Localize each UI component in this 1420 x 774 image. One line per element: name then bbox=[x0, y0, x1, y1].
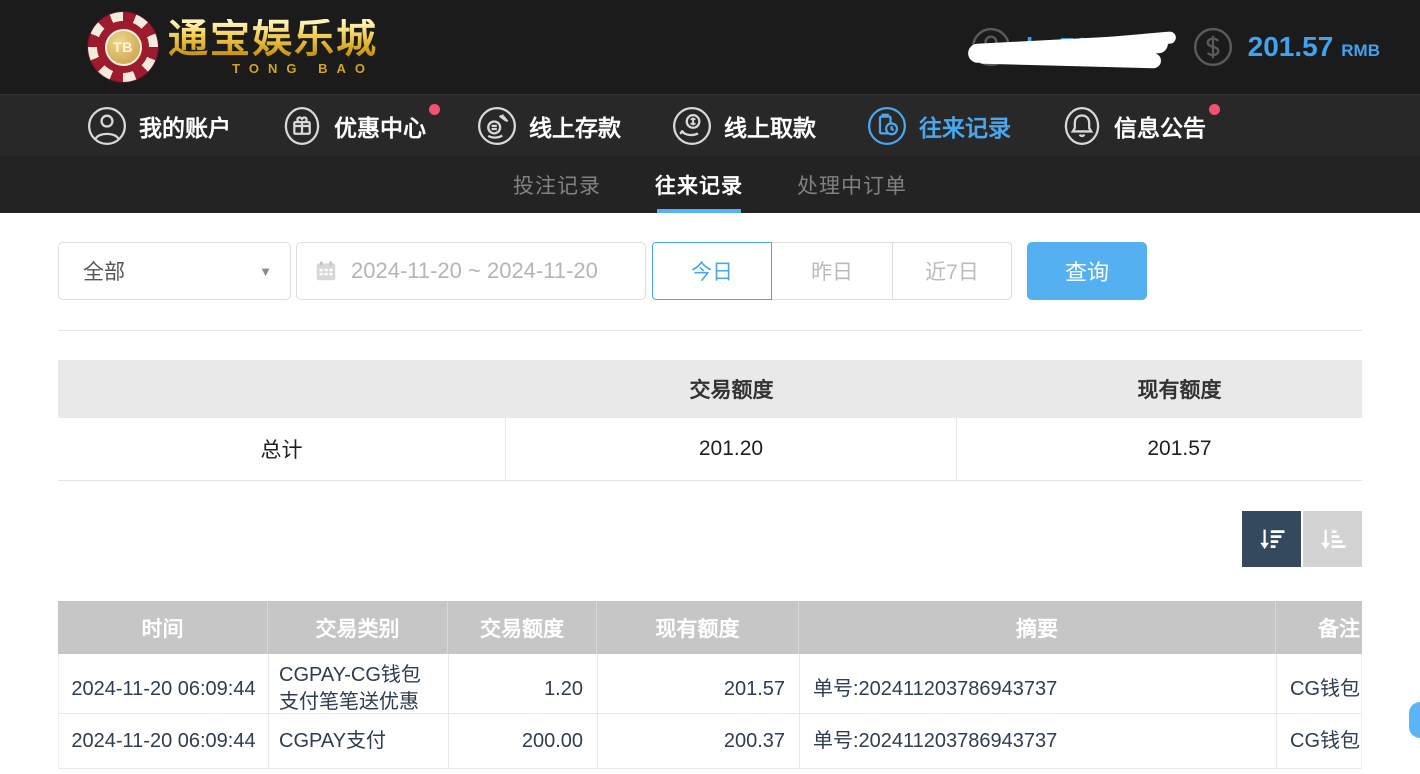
col-header-note: 备注 bbox=[1318, 617, 1360, 641]
records-table: 时间 交易类别 交易额度 现有额度 摘要 备注 2024-11-20 06:09… bbox=[58, 601, 1362, 769]
brand-logo[interactable]: TB 通宝娱乐城 TONG BAO bbox=[88, 12, 378, 82]
cell-amount: 200.00 bbox=[449, 714, 598, 768]
calendar-icon bbox=[316, 261, 336, 281]
chip-badge: TB bbox=[104, 28, 142, 66]
sort-descending-button[interactable] bbox=[1242, 511, 1301, 567]
quick-range-yesterday[interactable]: 昨日 bbox=[772, 242, 892, 300]
cell-note: CG钱包 bbox=[1290, 729, 1360, 752]
col-header-type: 交易类别 bbox=[268, 601, 448, 654]
user-icon bbox=[88, 106, 126, 145]
brand-text: 通宝娱乐城 TONG BAO bbox=[168, 14, 378, 76]
sort-ascending-button[interactable] bbox=[1303, 511, 1362, 567]
col-header-balance: 现有额度 bbox=[597, 601, 799, 654]
quick-range-group: 今日 昨日 近7日 bbox=[652, 242, 1012, 300]
filter-row: 全部 ▼ 2024-11-20 ~ 2024-11-20 今日 昨日 近7日 查… bbox=[58, 242, 1362, 300]
date-range-input[interactable]: 2024-11-20 ~ 2024-11-20 bbox=[296, 242, 646, 300]
content-area: 全部 ▼ 2024-11-20 ~ 2024-11-20 今日 昨日 近7日 查… bbox=[0, 242, 1420, 769]
transaction-records-page: TB 通宝娱乐城 TONG BAO bo7365 bbox=[0, 0, 1420, 774]
summary-header-transaction: 交易额度 bbox=[689, 379, 774, 402]
col-header-time: 时间 bbox=[58, 601, 268, 654]
gift-icon bbox=[284, 106, 320, 145]
brand-subname: TONG BAO bbox=[232, 60, 374, 76]
col-header-summary: 摘要 bbox=[799, 601, 1276, 654]
top-header: TB 通宝娱乐城 TONG BAO bo7365 bbox=[0, 0, 1420, 94]
deposit-hand-coin-icon bbox=[478, 106, 516, 145]
nav-label: 线上取款 bbox=[724, 114, 816, 141]
cell-summary: 单号:202411203786943737 bbox=[800, 714, 1277, 768]
nav-label: 我的账户 bbox=[139, 114, 231, 141]
summary-header-row: 交易额度 现有额度 bbox=[58, 360, 1362, 418]
brand-name: 通宝娱乐城 bbox=[168, 14, 378, 62]
quick-range-last7days[interactable]: 近7日 bbox=[892, 242, 1012, 300]
balance-chip[interactable]: 201.57 RMB bbox=[1192, 26, 1380, 68]
tab-pending-orders[interactable]: 处理中订单 bbox=[793, 156, 911, 213]
summary-total-row: 总计 201.20 201.57 bbox=[58, 418, 1362, 481]
withdraw-hand-coin-icon bbox=[673, 106, 711, 145]
summary-transaction-amount: 201.20 bbox=[506, 418, 957, 480]
floating-widget-edge[interactable] bbox=[1409, 702, 1420, 738]
records-header-row: 时间 交易类别 交易额度 现有额度 摘要 备注 bbox=[58, 601, 1362, 654]
sort-controls bbox=[58, 511, 1362, 567]
nav-item-transaction-records[interactable]: 往来记录 bbox=[866, 105, 1025, 147]
balance-amount: 201.57 bbox=[1247, 31, 1334, 62]
nav-item-announcements[interactable]: 信息公告 bbox=[1061, 103, 1220, 147]
section-divider bbox=[58, 330, 1362, 331]
nav-item-online-deposit[interactable]: 线上存款 bbox=[476, 105, 635, 147]
nav-label: 往来记录 bbox=[919, 114, 1011, 141]
bell-icon bbox=[1064, 106, 1100, 145]
summary-total-label: 总计 bbox=[58, 418, 506, 480]
record-tabs: 投注记录 往来记录 处理中订单 bbox=[0, 156, 1420, 213]
sort-asc-icon bbox=[1320, 529, 1345, 549]
main-navigation: 我的账户 优惠中心 线上存款 线上取款 往来记录 信息公告 bbox=[0, 94, 1420, 156]
table-row: 2024-11-20 06:09:44 CGPAY-CG钱包支付笔笔送优惠 1.… bbox=[58, 654, 1362, 724]
summary-table: 交易额度 现有额度 总计 201.20 201.57 bbox=[58, 360, 1362, 481]
nav-label: 信息公告 bbox=[1114, 114, 1206, 141]
cell-time: 2024-11-20 06:09:44 bbox=[59, 714, 269, 768]
cell-balance: 200.37 bbox=[598, 714, 800, 768]
search-button[interactable]: 查询 bbox=[1027, 242, 1147, 300]
summary-current-amount: 201.57 bbox=[1147, 437, 1212, 460]
nav-item-my-account[interactable]: 我的账户 bbox=[86, 105, 245, 147]
summary-header-empty bbox=[58, 360, 506, 418]
records-clipboard-clock-icon bbox=[868, 106, 906, 145]
username-redacted-wrap: bo7365 bbox=[967, 27, 1177, 69]
balance-value-group: 201.57 RMB bbox=[1248, 31, 1380, 63]
chevron-down-icon: ▼ bbox=[259, 263, 272, 279]
notification-dot bbox=[429, 103, 440, 115]
table-row: 2024-11-20 06:09:44 CGPAY支付 200.00 200.3… bbox=[58, 714, 1362, 769]
summary-header-current: 现有额度 bbox=[1137, 379, 1222, 402]
account-user-chip[interactable]: bo7365 bbox=[967, 26, 1177, 69]
poker-chip-logo-icon: TB bbox=[88, 12, 158, 82]
nav-item-online-withdraw[interactable]: 线上取款 bbox=[671, 105, 830, 147]
col-header-amount: 交易额度 bbox=[448, 601, 597, 654]
dollar-circle-icon bbox=[1193, 27, 1232, 67]
transaction-type-select[interactable]: 全部 ▼ bbox=[58, 242, 291, 300]
chip-inner-ring: TB bbox=[97, 21, 149, 73]
tab-transaction-records[interactable]: 往来记录 bbox=[651, 156, 747, 213]
quick-range-today[interactable]: 今日 bbox=[652, 242, 772, 300]
sort-desc-icon bbox=[1259, 529, 1284, 549]
select-value: 全部 bbox=[83, 261, 125, 284]
nav-label: 线上存款 bbox=[529, 114, 621, 141]
tab-betting-records[interactable]: 投注记录 bbox=[509, 156, 605, 213]
date-range-value: 2024-11-20 ~ 2024-11-20 bbox=[351, 258, 598, 283]
cell-type: CGPAY支付 bbox=[269, 714, 449, 768]
nav-item-promotions[interactable]: 优惠中心 bbox=[281, 103, 440, 147]
nav-label: 优惠中心 bbox=[334, 114, 426, 141]
balance-currency: RMB bbox=[1341, 41, 1380, 60]
header-right-group: bo7365 201.57 RMB bbox=[967, 26, 1380, 69]
notification-dot bbox=[1209, 103, 1220, 115]
